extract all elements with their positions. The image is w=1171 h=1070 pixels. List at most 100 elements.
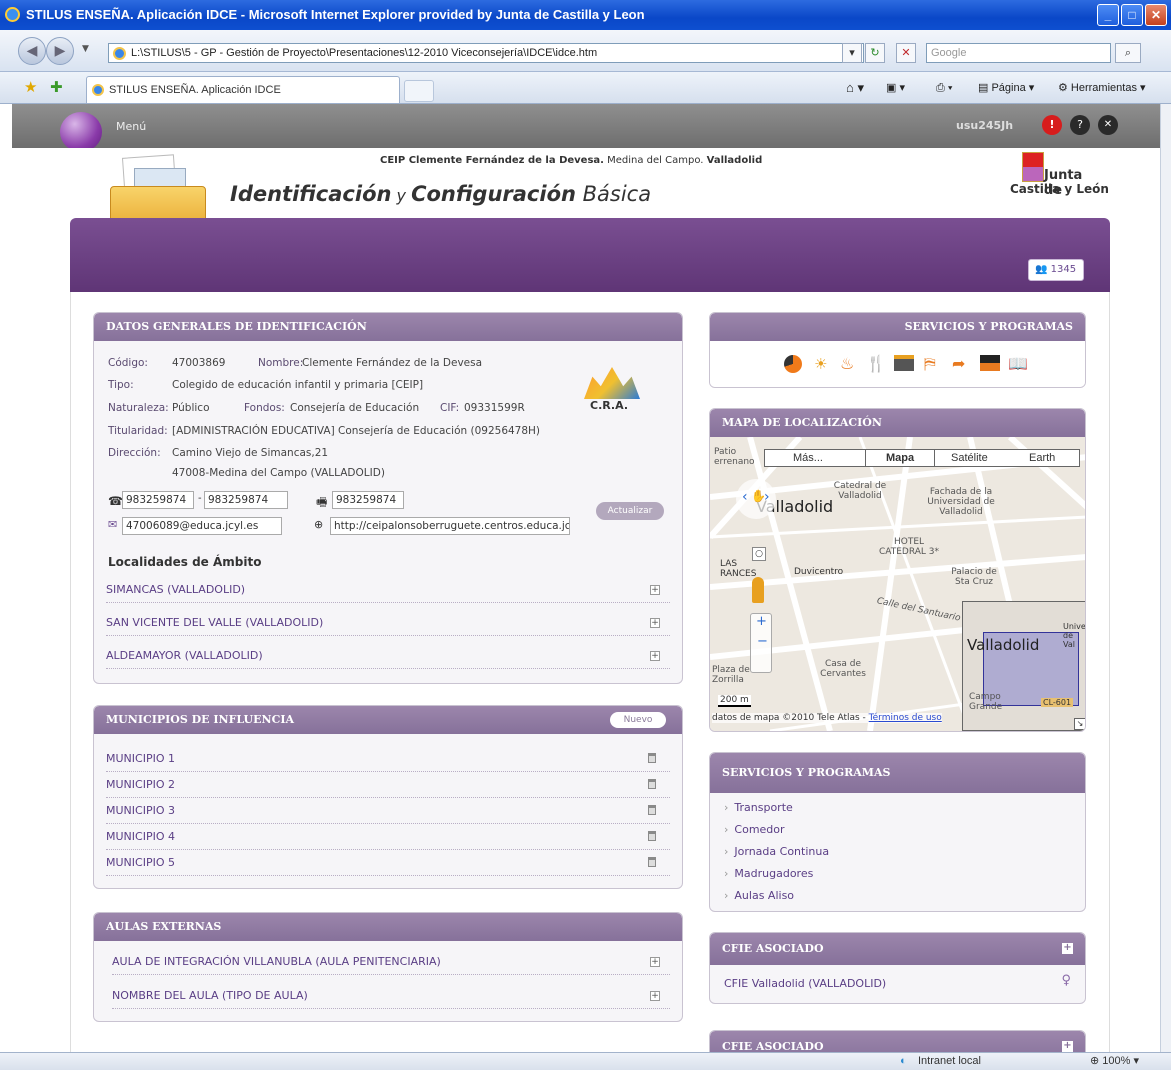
servicio-item[interactable]: Madrugadores [724,867,813,880]
servicio-item[interactable]: Comedor [724,823,784,836]
address-dropdown-button[interactable]: ▾ [842,43,862,63]
cfie-item[interactable]: CFIE Valladolid (VALLADOLID) [724,977,886,990]
zoom-control[interactable]: ⊕ 100% ▾ [1090,1053,1139,1070]
map-pan-control[interactable]: ‹ › ✋ [736,479,776,519]
delete-icon[interactable] [648,857,656,867]
expand-icon[interactable]: + [1062,1041,1073,1052]
zoom-in-button[interactable]: + [756,614,767,629]
torch-icon[interactable]: ♨ [840,354,854,373]
email-input[interactable]: 47006089@educa.jcyl.es [122,517,282,535]
close-session-icon[interactable]: ✕ [1098,115,1118,135]
servicios-panel: SERVICIOS Y PROGRAMAS Transporte Comedor… [709,752,1086,912]
map-type-satelite[interactable]: Satélite [951,452,988,464]
aula-row[interactable]: NOMBRE DEL AULA (TIPO DE AULA) + [112,983,670,1009]
actualizar-button[interactable]: Actualizar [596,502,664,520]
map-type-mapa[interactable]: Mapa [865,449,935,467]
municipio-row[interactable]: MUNICIPIO 5 [106,850,670,876]
web-input[interactable]: http://ceipalonsoberruguete.centros.educ… [330,517,570,535]
delete-icon[interactable] [648,779,656,789]
delete-icon[interactable] [648,753,656,763]
cfie-header: CFIE ASOCIADO [710,933,1085,965]
tools-menu[interactable]: ⚙ Herramientas ▾ [1058,80,1146,96]
forward-button[interactable]: ▶ [46,37,74,65]
servicio-item[interactable]: Aulas Aliso [724,889,794,902]
refresh-button[interactable]: ↻ [865,43,885,63]
window-titlebar: STILUS ENSEÑA. Aplicación IDCE - Microso… [0,0,1171,30]
tab-bar: ★ ✚ STILUS ENSEÑA. Aplicación IDCE ⌂ ▾ ▣… [0,72,1171,104]
book-icon[interactable]: 📖 [1008,354,1028,373]
expand-icon[interactable]: + [650,957,660,967]
localidades-title: Localidades de Ámbito [108,555,262,569]
map-attribution: datos de mapa ©2010 Tele Atlas - Término… [712,713,942,723]
stairs-icon[interactable]: ⛿ [924,354,936,374]
print-icon[interactable]: ⎙ ▾ [936,80,952,96]
municipio-row[interactable]: MUNICIPIO 3 [106,798,670,824]
servicios-header: SERVICIOS Y PROGRAMAS [710,753,1085,793]
maximize-button[interactable]: □ [1121,4,1143,26]
feeds-icon[interactable]: ▣ ▾ [886,80,905,96]
overview-toggle-icon[interactable]: ↘ [1074,718,1085,730]
tab-active[interactable]: STILUS ENSEÑA. Aplicación IDCE [86,76,400,103]
favorites-star-icon[interactable]: ★ [24,78,37,96]
home-icon[interactable]: ⌂ ▾ [846,80,864,96]
back-button[interactable]: ◀ [18,37,46,65]
alert-icon[interactable]: ! [1042,115,1062,135]
email-icon: ✉ [108,518,118,531]
nuevo-button[interactable]: Nuevo [610,712,666,728]
search-icon[interactable]: ⌕ [1115,43,1141,63]
help-icon[interactable]: ? [1070,115,1090,135]
history-dropdown-icon[interactable]: ▼ [82,44,89,54]
stop-button[interactable]: ✕ [896,43,916,63]
delete-icon[interactable] [648,831,656,841]
map-more-button[interactable]: Más... [793,452,823,464]
municipio-row[interactable]: MUNICIPIO 2 [106,772,670,798]
municipio-row[interactable]: MUNICIPIO 1 [106,746,670,772]
localidad-row[interactable]: SAN VICENTE DEL VALLE (VALLADOLID) + [106,610,670,636]
localidad-row[interactable]: ALDEAMAYOR (VALLADOLID) + [106,643,670,669]
map-view[interactable]: Más... Mapa Satélite Earth Patio errenan… [710,437,1085,731]
municipio-row[interactable]: MUNICIPIO 4 [106,824,670,850]
servicio-item[interactable]: Jornada Continua [724,845,829,858]
add-favorite-icon[interactable]: ✚ [50,78,63,96]
zoom-out-button[interactable]: − [757,634,768,649]
menu-button[interactable]: Menú [116,120,146,133]
map-overview[interactable]: Valladolid Campo Grande CL-601 Unive de … [962,601,1085,731]
expand-icon[interactable]: + [650,651,660,661]
expand-icon[interactable]: + [1062,943,1073,954]
servicios-icons-panel: SERVICIOS Y PROGRAMAS ☀ ♨ 🍴 ⛿ ➦ 📖 [709,312,1086,388]
map-terms-link[interactable]: Términos de uso [869,713,942,723]
users-count-badge[interactable]: 👥 1345 [1028,259,1084,281]
new-tab-button[interactable] [404,80,434,102]
municipios-panel: MUNICIPIOS DE INFLUENCIA Nuevo MUNICIPIO… [93,705,683,889]
intranet-icon: ◐ [900,1055,907,1067]
localidad-row[interactable]: SIMANCAS (VALLADOLID) + [106,577,670,603]
phone2-input[interactable]: 983259874 [204,491,288,509]
expand-icon[interactable]: + [650,618,660,628]
address-input[interactable]: L:\STILUS\5 - GP - Gestión de Proyecto\P… [108,43,864,63]
bus-icon[interactable] [894,355,914,371]
aula-row[interactable]: AULA DE INTEGRACIÓN VILLANUBLA (AULA PEN… [112,949,670,975]
minimize-button[interactable]: _ [1097,4,1119,26]
page-menu[interactable]: ▤ Página ▾ [978,80,1034,96]
search-input[interactable]: Google [926,43,1111,63]
arrow-icon[interactable]: ➦ [952,354,965,373]
sun-icon[interactable]: ☀ [814,355,827,373]
junta-logo: Junta de Castilla y León [1010,150,1109,210]
location-pin-icon[interactable]: ♀ [1061,973,1071,988]
map-type-earth[interactable]: Earth [1029,452,1055,464]
page-scrollbar[interactable] [1160,104,1171,1052]
comedor-icon[interactable]: 🍴 [866,354,886,373]
map-center-icon[interactable]: ○ [752,547,766,561]
flag-icon[interactable] [980,355,1000,371]
servicios-icons-header: SERVICIOS Y PROGRAMAS [710,313,1085,341]
window-title: STILUS ENSEÑA. Aplicación IDCE - Microso… [26,7,645,22]
pegman-icon[interactable] [752,577,764,603]
expand-icon[interactable]: + [650,991,660,1001]
servicio-item[interactable]: Transporte [724,801,792,814]
transport-icon[interactable] [784,355,802,373]
close-window-button[interactable]: ✕ [1145,4,1167,26]
fax-input[interactable]: 983259874 [332,491,404,509]
expand-icon[interactable]: + [650,585,660,595]
phone1-input[interactable]: 983259874 [122,491,194,509]
delete-icon[interactable] [648,805,656,815]
